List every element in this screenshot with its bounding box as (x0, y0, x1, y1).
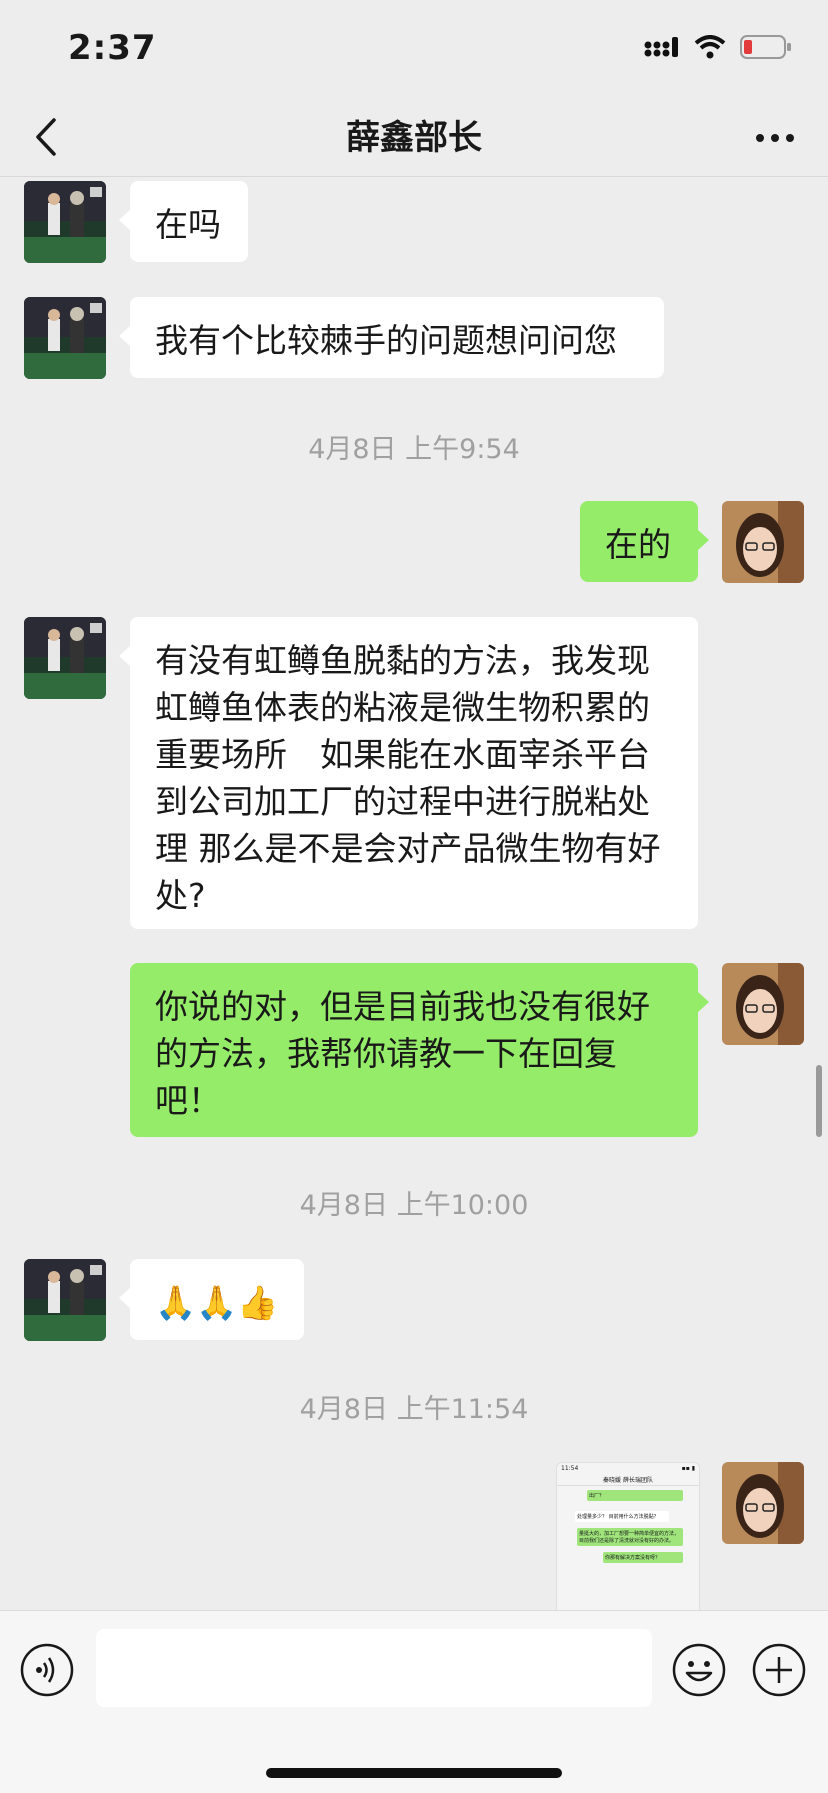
voice-button[interactable] (20, 1643, 74, 1697)
more-dots-icon (756, 134, 794, 142)
message-bubble-incoming[interactable]: 🙏🙏👍 (119, 1259, 304, 1340)
battery-icon (740, 35, 791, 59)
voice-icon (20, 1643, 74, 1697)
contact-avatar[interactable] (24, 1259, 106, 1341)
status-icons (644, 34, 792, 60)
image-message[interactable]: 11:54 ▪▪ ▮ 秦晓媛 薛长瑞团队 出厂？ 处理量多少？ 目前用什么方法脱… (556, 1462, 700, 1610)
contact-avatar[interactable] (24, 617, 106, 699)
thumb-line: 出厂？ (587, 1490, 683, 1501)
emoji-button[interactable] (672, 1643, 726, 1697)
plus-button[interactable] (752, 1643, 806, 1697)
status-bar: 2:37 (0, 0, 828, 100)
timestamp: 4月8日 上午9:54 (308, 434, 520, 465)
scrollbar[interactable] (816, 1065, 822, 1137)
message-text: 我有个比较棘手的问题想问问您 (155, 321, 617, 360)
message-text: 在吗 (155, 205, 221, 244)
my-avatar[interactable] (722, 501, 804, 583)
message-bubble-incoming[interactable]: 我有个比较棘手的问题想问问您 (119, 297, 664, 378)
signal-icon (644, 37, 678, 57)
chat-header: 薛鑫部长 (0, 100, 828, 177)
my-avatar[interactable] (722, 963, 804, 1045)
message-text: 在的 (605, 525, 671, 564)
home-indicator[interactable] (266, 1768, 562, 1778)
more-button[interactable] (750, 118, 800, 158)
contact-avatar[interactable] (24, 181, 106, 263)
thumb-time: 11:54 (561, 1465, 579, 1472)
wifi-icon (694, 35, 726, 59)
message-emoji: 🙏🙏👍 (155, 1283, 279, 1322)
input-bar (0, 1610, 828, 1793)
thumb-line: 处理量多少？ 目前用什么方法脱黏？ (575, 1511, 669, 1522)
chat-area[interactable]: 在吗 我有个比较棘手的问题想问问您 4月8日 上午9:54 在的 有没有虹鳟鱼脱… (0, 177, 828, 1610)
message-text: 有没有虹鳟鱼脱黏的方法，我发现虹鳟鱼体表的粘液是微生物积累的重要场所 如果能在水… (155, 641, 661, 915)
message-bubble-outgoing[interactable]: 你说的对，但是目前我也没有很好的方法，我帮你请教一下在回复吧！ (130, 963, 709, 1137)
timestamp: 4月8日 上午10:00 (299, 1190, 529, 1221)
thumb-line: 你那有解决方案没有呀？ (603, 1552, 683, 1563)
message-text: 你说的对，但是目前我也没有很好的方法，我帮你请教一下在回复吧！ (155, 987, 650, 1120)
thumb-title: 秦晓媛 薛长瑞团队 (557, 1474, 699, 1486)
status-time: 2:37 (68, 28, 157, 68)
message-bubble-incoming[interactable]: 有没有虹鳟鱼脱黏的方法，我发现虹鳟鱼体表的粘液是微生物积累的重要场所 如果能在水… (119, 617, 698, 929)
thumb-line: 量挺大的，加工厂想要一种简单便宜的方法，目前我们还是除了清洗就对没有好的办法。 (577, 1528, 683, 1546)
message-bubble-incoming[interactable]: 在吗 (119, 181, 248, 262)
message-bubble-outgoing[interactable]: 在的 (580, 501, 709, 582)
chat-title: 薛鑫部长 (346, 118, 482, 158)
message-input[interactable] (96, 1629, 652, 1707)
my-avatar[interactable] (722, 1462, 804, 1544)
emoji-icon (672, 1643, 726, 1697)
plus-icon (752, 1643, 806, 1697)
timestamp: 4月8日 上午11:54 (299, 1394, 529, 1425)
contact-avatar[interactable] (24, 297, 106, 379)
